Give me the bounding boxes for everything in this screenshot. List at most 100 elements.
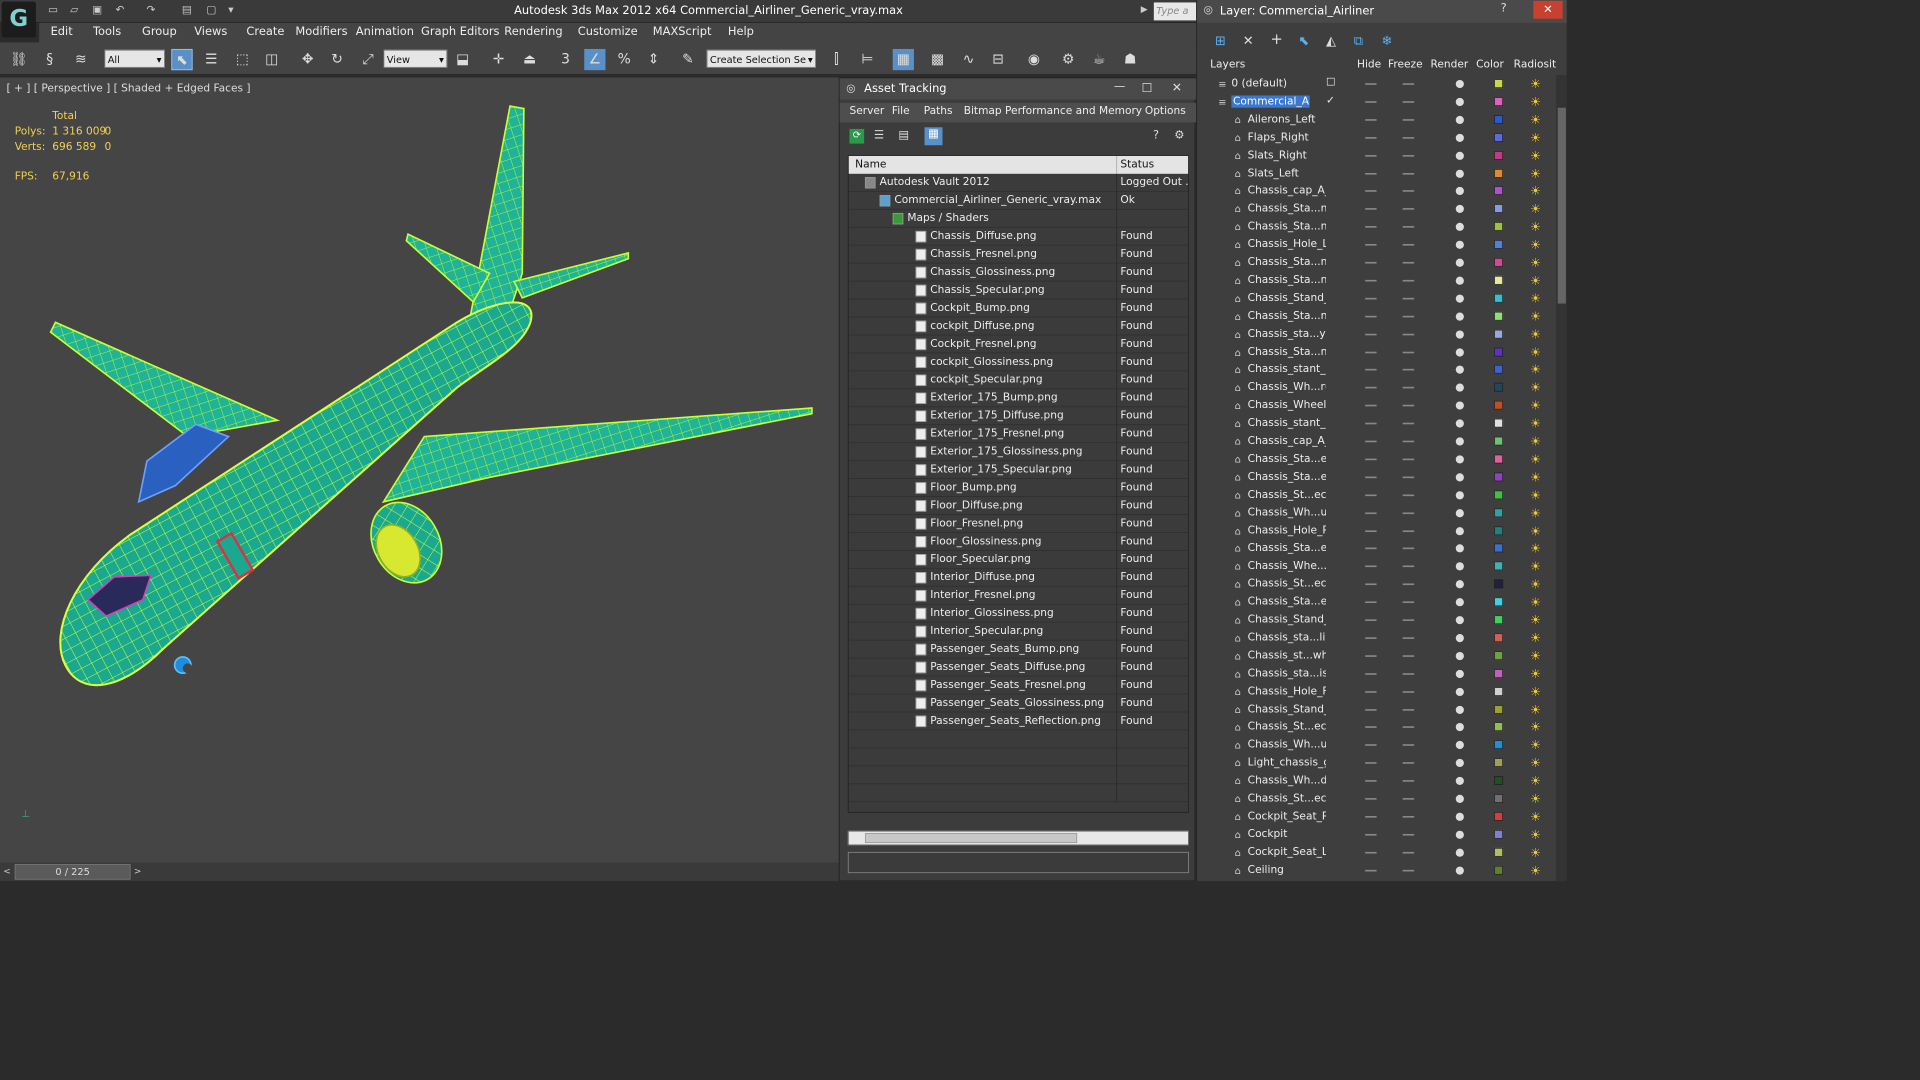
menu-file[interactable]: File — [892, 105, 910, 117]
add-to-layer-icon[interactable]: + — [1271, 31, 1283, 48]
radiosity-sun-icon[interactable]: ☀ — [1530, 292, 1543, 305]
named-selection-dropdown[interactable]: Create Selection Se ▾ — [706, 49, 816, 68]
radiosity-sun-icon[interactable]: ☀ — [1530, 256, 1543, 269]
radiosity-sun-icon[interactable]: ☀ — [1530, 864, 1543, 877]
freeze-toggle[interactable] — [1402, 851, 1415, 854]
radiosity-sun-icon[interactable]: ☀ — [1530, 524, 1543, 537]
curve-editor-icon[interactable]: ∿ — [958, 49, 979, 70]
open-file-icon[interactable]: ▱ — [67, 4, 82, 17]
layer-color-swatch[interactable] — [1494, 579, 1504, 589]
hide-unhide-all-icon[interactable]: ⧉ — [1354, 33, 1363, 49]
layer-row[interactable]: ⌂ Chassis_Sta...ne ☀ — [1210, 307, 1556, 325]
mirror-icon[interactable]: ⫿ — [826, 49, 847, 70]
radiosity-sun-icon[interactable]: ☀ — [1530, 78, 1543, 91]
pivot-center-icon[interactable]: ⬓ — [452, 49, 473, 70]
layer-row[interactable]: ⌂ Chassis_Sta...ne ☀ — [1210, 254, 1556, 272]
layer-row[interactable]: ⌂ Chassis_stant_w ☀ — [1210, 361, 1556, 379]
render-teapot-icon[interactable] — [1455, 383, 1464, 392]
render-teapot-icon[interactable] — [1455, 205, 1464, 214]
column-header-render[interactable]: Render — [1430, 59, 1468, 71]
layer-color-swatch[interactable] — [1494, 311, 1504, 321]
radiosity-sun-icon[interactable]: ☀ — [1530, 346, 1543, 359]
layer-row[interactable]: ⌂ Chassis_Stand_l ☀ — [1210, 290, 1556, 308]
layer-color-swatch[interactable] — [1494, 97, 1504, 106]
freeze-toggle[interactable] — [1402, 547, 1415, 550]
hide-toggle[interactable] — [1365, 279, 1377, 282]
render-teapot-icon[interactable] — [1455, 133, 1464, 142]
radiosity-sun-icon[interactable]: ☀ — [1530, 739, 1543, 752]
render-teapot-icon[interactable] — [1455, 616, 1464, 625]
menu-modifiers[interactable]: Modifiers — [295, 25, 347, 38]
layer-color-swatch[interactable] — [1494, 472, 1504, 482]
hide-toggle[interactable] — [1365, 261, 1377, 264]
layer-color-swatch[interactable] — [1494, 847, 1504, 857]
layer-row[interactable]: ⌂ Ailerons_Left ☀ — [1210, 111, 1556, 129]
render-teapot-icon[interactable] — [1455, 151, 1464, 160]
hide-toggle[interactable] — [1365, 83, 1377, 85]
menu-edit[interactable]: Edit — [51, 25, 73, 38]
menu-tools[interactable]: Tools — [93, 25, 121, 38]
render-teapot-icon[interactable] — [1455, 437, 1464, 446]
current-layer-checkbox[interactable]: ☐ — [1326, 77, 1336, 89]
layer-row[interactable]: ⌂ Chassis_Sta...ne ☀ — [1210, 200, 1556, 218]
layer-color-swatch[interactable] — [1494, 347, 1504, 357]
freeze-toggle[interactable] — [1402, 208, 1415, 210]
hide-toggle[interactable] — [1365, 619, 1377, 621]
freeze-toggle[interactable] — [1402, 833, 1415, 836]
column-header-name[interactable]: Name — [855, 158, 886, 170]
graphite-ribbon-icon[interactable]: ▩ — [927, 49, 948, 70]
hide-toggle[interactable] — [1365, 101, 1377, 103]
hide-toggle[interactable] — [1365, 333, 1377, 336]
hide-toggle[interactable] — [1365, 190, 1377, 193]
layer-row[interactable]: ⌂ Chassis_St...ect ☀ — [1210, 790, 1556, 808]
asset-row[interactable]: Cockpit_Fresnel.png Found — [848, 335, 1189, 354]
layer-color-swatch[interactable] — [1494, 686, 1504, 696]
percent-snap-icon[interactable]: % — [614, 49, 635, 70]
rendered-frame-icon[interactable]: ☕ — [1089, 49, 1110, 70]
layer-color-swatch[interactable] — [1494, 132, 1504, 142]
project-folder-icon[interactable]: ▢ — [204, 4, 219, 17]
column-header-freeze[interactable]: Freeze — [1388, 59, 1423, 71]
freeze-toggle[interactable] — [1402, 244, 1415, 246]
render-teapot-icon[interactable] — [1455, 830, 1464, 839]
hide-toggle[interactable] — [1365, 780, 1377, 782]
rotate-icon[interactable]: ↻ — [326, 49, 347, 70]
snap-toggle-icon[interactable]: 3 — [555, 49, 576, 70]
hide-toggle[interactable] — [1365, 851, 1377, 854]
link-icon[interactable]: ⛓ — [8, 49, 29, 70]
layer-row[interactable]: ⌂ Chassis_sta...ist ☀ — [1210, 665, 1556, 683]
asset-row[interactable]: Passenger_Seats_Fresnel.png Found — [848, 676, 1189, 695]
render-teapot-icon[interactable] — [1455, 759, 1464, 768]
asset-row[interactable]: Floor_Glossiness.png Found — [848, 532, 1189, 551]
layer-row[interactable]: ⌂ Chassis_Stand_r ☀ — [1210, 611, 1556, 629]
horizontal-scrollbar[interactable] — [847, 830, 1189, 846]
spinner-snap-icon[interactable]: ⇕ — [643, 49, 664, 70]
chevron-right-icon[interactable]: ▶ — [1141, 4, 1151, 17]
asset-row[interactable]: Floor_Specular.png Found — [848, 550, 1189, 569]
freeze-toggle[interactable] — [1402, 154, 1415, 157]
window-crossing-icon[interactable]: ◫ — [261, 49, 282, 70]
layer-color-swatch[interactable] — [1494, 615, 1504, 625]
render-teapot-icon[interactable] — [1455, 187, 1464, 196]
layer-row[interactable]: ⌂ Chassis_stant_p ☀ — [1210, 415, 1556, 433]
layer-row[interactable]: ⌂ Flaps_Right ☀ — [1210, 129, 1556, 147]
help-icon[interactable]: ? — [1153, 129, 1159, 142]
freeze-toggle[interactable] — [1402, 172, 1415, 175]
layer-row[interactable]: ⌂ Chassis_sta...yli ☀ — [1210, 325, 1556, 343]
hide-toggle[interactable] — [1365, 726, 1377, 729]
render-teapot-icon[interactable] — [1455, 115, 1464, 124]
render-teapot-icon[interactable] — [1455, 723, 1464, 732]
menu-help[interactable]: Help — [728, 25, 754, 38]
layer-row[interactable]: ⌂ Chassis_Sta...ec ☀ — [1210, 468, 1556, 486]
freeze-toggle[interactable] — [1402, 672, 1415, 675]
layer-color-swatch[interactable] — [1494, 508, 1504, 518]
render-teapot-icon[interactable] — [1455, 705, 1464, 714]
hide-toggle[interactable] — [1365, 529, 1377, 532]
render-teapot-icon[interactable] — [1455, 169, 1464, 178]
freeze-toggle[interactable] — [1402, 190, 1415, 193]
layer-color-swatch[interactable] — [1494, 114, 1504, 124]
hide-toggle[interactable] — [1365, 136, 1377, 139]
freeze-toggle[interactable] — [1402, 458, 1415, 461]
hide-toggle[interactable] — [1365, 458, 1377, 461]
layer-color-swatch[interactable] — [1494, 436, 1504, 446]
